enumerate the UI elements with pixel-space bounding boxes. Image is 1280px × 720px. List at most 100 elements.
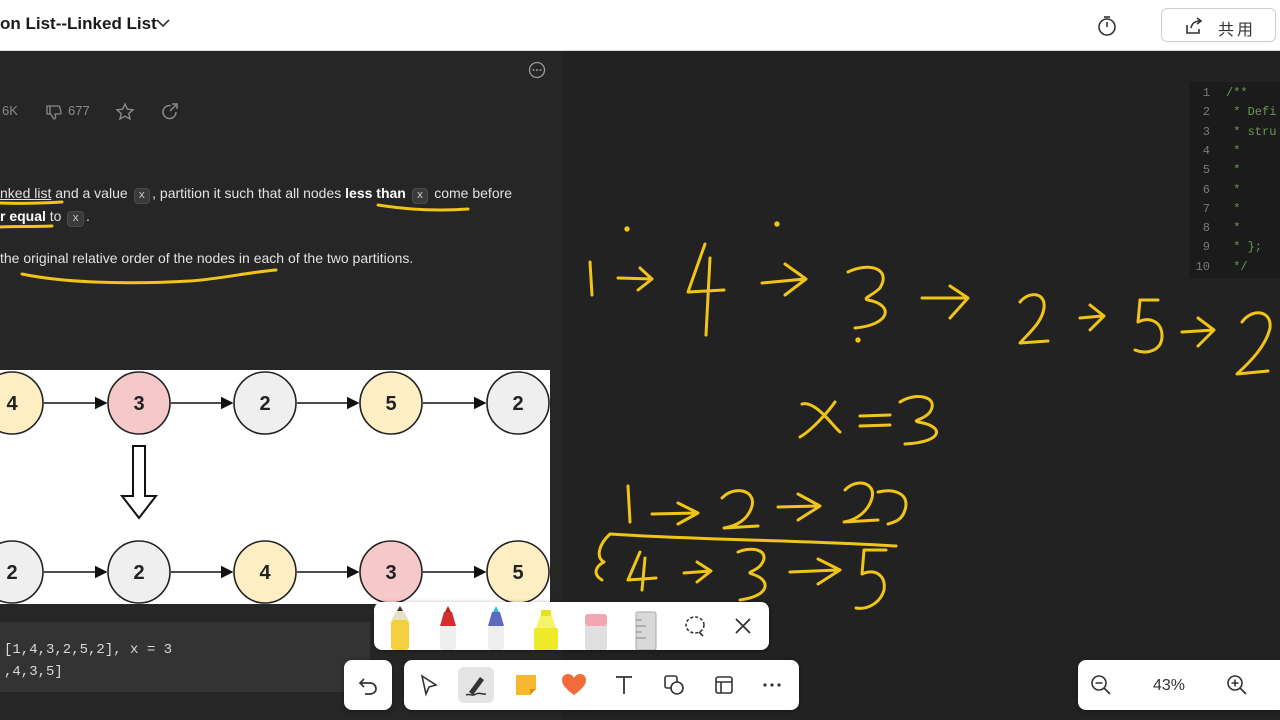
reaction-button[interactable] xyxy=(556,667,592,703)
ink-dot xyxy=(624,226,630,232)
ink-arrow xyxy=(760,262,808,297)
zoom-level: 43% xyxy=(1153,677,1186,694)
pen-galaxy-icon xyxy=(488,606,504,650)
zoom-in-icon[interactable] xyxy=(1226,674,1248,696)
code-line-text: * xyxy=(1226,221,1241,236)
ink-digit-3 xyxy=(846,265,887,330)
share-label: 共用 xyxy=(1218,22,1257,39)
undo-icon xyxy=(358,678,377,695)
ink-dot xyxy=(774,221,780,227)
code-line-number: 5 xyxy=(1202,163,1210,178)
top-bar: on List--Linked List 共用 xyxy=(0,0,1280,51)
code-line-number: 10 xyxy=(1195,259,1210,274)
sticky-note-icon xyxy=(516,675,536,695)
ink-arrow xyxy=(682,560,713,584)
shapes-icon xyxy=(664,675,684,695)
linked-list-link[interactable]: nked list xyxy=(0,185,51,201)
likes-count: 6K xyxy=(2,103,18,118)
select-tool-button[interactable] xyxy=(410,667,446,703)
heart-icon xyxy=(562,674,586,695)
pointer-icon xyxy=(420,674,438,697)
layout-icon xyxy=(715,676,733,694)
close-tray-button[interactable] xyxy=(723,602,763,650)
desc-bold: less than xyxy=(345,185,406,201)
code-chip-x: x xyxy=(411,188,429,204)
code-line-number: 9 xyxy=(1202,240,1210,255)
code-line-text: * }; xyxy=(1226,240,1263,255)
code-line-text: * xyxy=(1226,143,1241,158)
list-node-value: 2 xyxy=(6,562,17,584)
more-options-icon[interactable] xyxy=(528,61,546,79)
code-line-text: * xyxy=(1226,201,1241,216)
code-line-number: 6 xyxy=(1202,182,1210,197)
dislikes-count: 677 xyxy=(68,103,90,118)
ink-digit-2 xyxy=(720,489,760,530)
ink-equals xyxy=(858,413,892,428)
ink-arrow xyxy=(650,501,700,526)
ink-digit-3 xyxy=(736,547,767,602)
ink-digit-1 xyxy=(626,484,632,524)
close-icon xyxy=(735,618,751,634)
ink-brace xyxy=(594,532,898,582)
page-title: on List--Linked List xyxy=(0,14,157,33)
ruler-icon xyxy=(635,611,657,651)
share-icon xyxy=(1186,17,1203,34)
code-line-text: * Defi xyxy=(1226,105,1277,120)
sticky-note-button[interactable] xyxy=(508,667,544,703)
thumbs-down-icon[interactable] xyxy=(45,103,63,121)
code-line-text: * xyxy=(1226,182,1241,197)
ink-digit-5 xyxy=(1133,298,1164,354)
timer-icon[interactable] xyxy=(1094,13,1120,39)
shapes-tool-button[interactable] xyxy=(656,667,692,703)
list-node-value: 3 xyxy=(133,393,144,415)
linked-list-diagram: 4 3 2 5 2 2 2 4 3 5 xyxy=(0,371,550,604)
list-node-value: 4 xyxy=(6,393,18,415)
text-icon xyxy=(616,676,632,694)
down-arrow xyxy=(119,445,159,520)
zoom-out-icon[interactable] xyxy=(1090,674,1112,696)
list-node-value: 2 xyxy=(512,393,523,415)
ruler[interactable] xyxy=(626,602,666,651)
star-icon[interactable] xyxy=(115,102,135,122)
ink-digit-2 xyxy=(842,481,880,524)
code-line-number: 8 xyxy=(1202,221,1210,236)
desc-text: and a value xyxy=(51,185,132,201)
pen-galaxy[interactable] xyxy=(476,602,516,650)
list-node-value: 2 xyxy=(133,562,144,584)
pen-yellow[interactable] xyxy=(380,602,420,650)
ink-x xyxy=(798,400,842,439)
desc-text: come before xyxy=(430,185,513,201)
text-tool-button[interactable] xyxy=(606,667,642,703)
more-icon xyxy=(763,683,781,687)
ink-pen-tool-button[interactable] xyxy=(458,667,494,703)
code-line-text: /** xyxy=(1226,86,1248,100)
ink-digit-2 xyxy=(1018,293,1050,345)
lasso-select[interactable] xyxy=(675,602,715,650)
code-line-number: 1 xyxy=(1202,86,1210,100)
code-line-number: 2 xyxy=(1202,105,1210,120)
undo-button[interactable] xyxy=(344,660,392,710)
pen-yellow-icon xyxy=(391,606,409,650)
pen-red[interactable] xyxy=(428,602,468,650)
ink-digit-2 xyxy=(1235,311,1272,376)
ink-bracket xyxy=(876,489,908,526)
ink-arrow xyxy=(1180,316,1216,348)
description-line-3: the original relative order of the nodes… xyxy=(0,250,414,266)
share-button[interactable]: 共用 xyxy=(1161,8,1276,42)
eraser[interactable] xyxy=(576,602,616,650)
desc-text: to xyxy=(45,208,66,224)
ink-digit-5 xyxy=(854,548,888,610)
code-editor[interactable]: 1 /** 2 * Defi 3 * stru 4 * 5 * 6 * 7 * 8 * 9 * }… xyxy=(1190,82,1280,278)
example-output: ,4,3,5] xyxy=(4,664,63,680)
chevron-down-icon[interactable] xyxy=(154,14,172,32)
code-line-number: 3 xyxy=(1202,124,1210,139)
list-node-value: 2 xyxy=(259,393,270,415)
share-external-icon[interactable] xyxy=(160,102,180,122)
layout-button[interactable] xyxy=(706,667,742,703)
highlighter-yellow[interactable] xyxy=(526,602,566,650)
ink-digit-1 xyxy=(588,260,594,297)
ink-pen-icon xyxy=(465,677,487,696)
ink-arrow xyxy=(920,284,970,320)
list-node-value: 4 xyxy=(259,562,271,584)
more-tools-button[interactable] xyxy=(754,667,790,703)
